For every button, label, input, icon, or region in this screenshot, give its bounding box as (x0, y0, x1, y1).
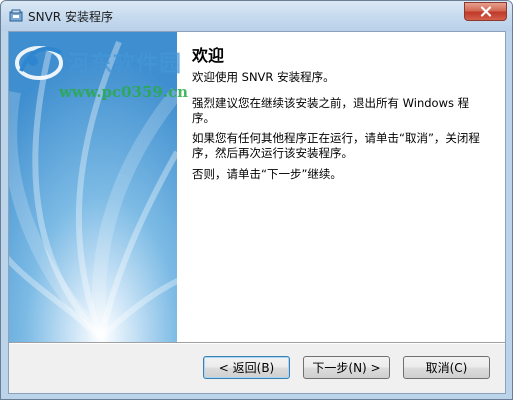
wizard-side-banner (9, 32, 177, 342)
back-button[interactable]: < 返回(B) (203, 356, 290, 379)
wizard-footer: < 返回(B) 下一步(N) > 取消(C) (9, 344, 505, 393)
wizard-client-area: 河东软件园 www.pc0359.cn 欢迎 欢迎使用 SNVR 安装程序。 强… (8, 31, 506, 394)
close-programs-advice: 强烈建议您在继续该安装之前，退出所有 Windows 程序。 (192, 96, 470, 125)
close-button[interactable] (464, 2, 507, 21)
window-title: SNVR 安装程序 (28, 10, 113, 24)
close-icon (480, 6, 492, 17)
watermark-title: 河东软件园 (67, 51, 183, 77)
cancel-button[interactable]: 取消(C) (403, 356, 490, 379)
next-button[interactable]: 下一步(N) > (303, 356, 390, 379)
running-programs-note: 如果您有任何其他程序正在运行，请单击“取消”，关闭程序，然后再次运行该安装程序。 (192, 131, 480, 160)
installer-window: SNVR 安装程序 河东软件园 www.pc0359.cn 欢迎 欢迎使用 SN… (0, 0, 513, 400)
welcome-intro-text: 欢迎使用 SNVR 安装程序。 (192, 70, 335, 84)
watermark-logo-icon (13, 41, 67, 83)
installer-app-icon (8, 8, 24, 24)
watermark-url: www.pc0359.cn (59, 83, 189, 101)
title-bar[interactable]: SNVR 安装程序 (1, 1, 512, 31)
welcome-content: 欢迎 欢迎使用 SNVR 安装程序。 强烈建议您在继续该安装之前，退出所有 Wi… (184, 32, 504, 342)
continue-instruction: 否则，请单击“下一步”继续。 (192, 167, 342, 181)
welcome-heading: 欢迎 (192, 46, 225, 65)
